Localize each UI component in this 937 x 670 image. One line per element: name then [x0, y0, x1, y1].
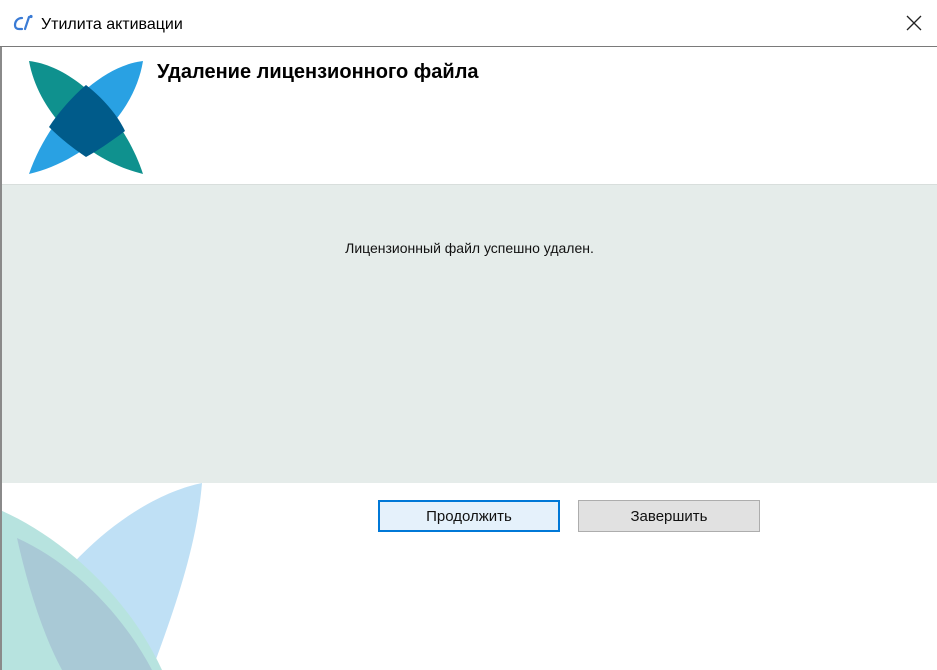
status-message: Лицензионный файл успешно удален.: [345, 240, 594, 256]
finish-button[interactable]: Завершить: [578, 500, 760, 532]
continue-button[interactable]: Продолжить: [378, 500, 560, 532]
decorative-logo-art: [2, 483, 202, 670]
window-title: Утилита активации: [41, 16, 183, 33]
activation-utility-window: Утилита активации Удаление лицензионного…: [0, 0, 937, 670]
content-panel: Лицензионный файл успешно удален.: [2, 185, 937, 483]
activation-utility-icon: [13, 14, 33, 31]
page-title: Удаление лицензионного файла: [157, 61, 479, 83]
company-logo: [29, 61, 143, 174]
wizard-header: Удаление лицензионного файла: [2, 47, 937, 185]
close-icon[interactable]: [906, 15, 922, 31]
close-button[interactable]: [891, 0, 937, 46]
title-bar: Утилита активации: [0, 0, 937, 47]
button-area: Продолжить Завершить: [2, 483, 937, 670]
